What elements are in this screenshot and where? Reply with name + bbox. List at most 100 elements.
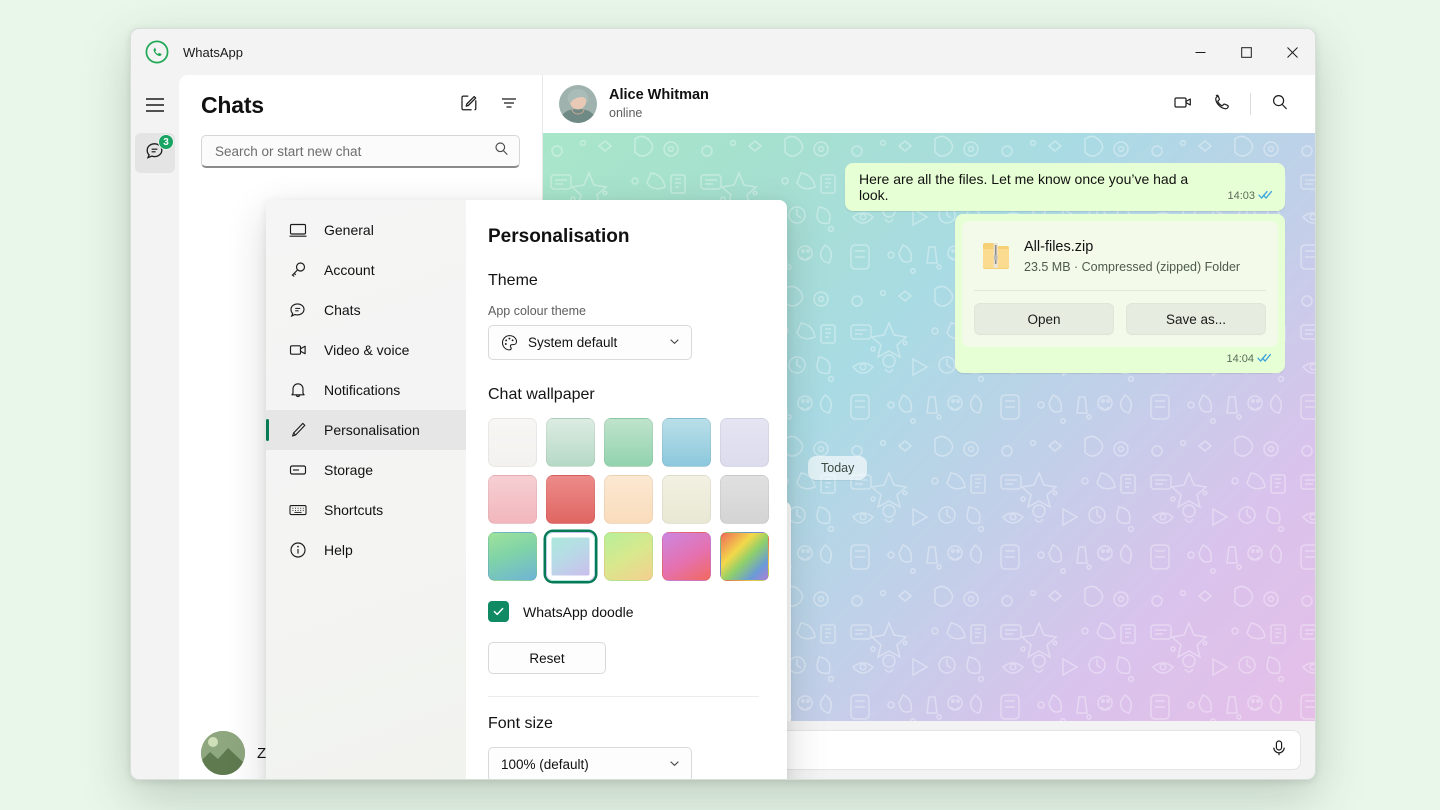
info-icon — [288, 541, 308, 559]
wallpaper-swatch-rainbow[interactable] — [720, 532, 769, 581]
contact-name: Alice Whitman — [609, 86, 709, 106]
sidebar-item-storage[interactable]: Storage — [266, 450, 466, 490]
panel-title: Personalisation — [488, 226, 759, 248]
file-meta: 23.5 MB · Compressed (zipped) Folder — [1024, 259, 1240, 277]
page-title: Chats — [201, 92, 264, 119]
compose-icon — [460, 94, 478, 117]
open-file-button[interactable]: Open — [974, 303, 1114, 335]
sidebar-item-label: Shortcuts — [324, 502, 383, 518]
conversation-actions — [1166, 87, 1297, 121]
sidebar-item-label: Chats — [324, 302, 361, 318]
chevron-down-icon — [668, 757, 681, 773]
avatar — [201, 731, 245, 775]
key-icon — [288, 261, 308, 279]
wallpaper-swatch-green[interactable] — [604, 418, 653, 467]
search-input[interactable] — [215, 144, 494, 159]
message-meta: 14:04 — [1226, 352, 1272, 366]
wallpaper-swatch-peach[interactable] — [604, 475, 653, 524]
close-button[interactable] — [1269, 29, 1315, 75]
conversation-header: Alice Whitman online — [543, 75, 1315, 133]
file-actions: Open Save as... — [972, 291, 1268, 337]
search-box[interactable] — [201, 135, 520, 168]
message-time: 14:03 — [1227, 190, 1255, 202]
sidebar-item-account[interactable]: Account — [266, 250, 466, 290]
wallpaper-swatch-grey[interactable] — [720, 475, 769, 524]
sidebar-item-label: Help — [324, 542, 353, 558]
font-size-dropdown[interactable]: 100% (default) — [488, 747, 692, 780]
titlebar: WhatsApp — [131, 29, 1315, 75]
whatsapp-doodle-checkbox[interactable] — [488, 601, 509, 622]
theme-field-label: App colour theme — [488, 304, 759, 318]
title-brand: WhatsApp — [131, 40, 243, 64]
video-call-icon — [1173, 92, 1193, 117]
filter-icon — [500, 94, 518, 117]
sidebar-item-shortcuts[interactable]: Shortcuts — [266, 490, 466, 530]
divider — [1250, 93, 1251, 115]
sidebar-item-notifications[interactable]: Notifications — [266, 370, 466, 410]
avatar[interactable] — [559, 85, 597, 123]
chevron-down-icon — [668, 335, 681, 351]
bell-icon — [288, 381, 308, 399]
sidebar-item-video-voice[interactable]: Video & voice — [266, 330, 466, 370]
voice-call-button[interactable] — [1204, 87, 1238, 121]
chats-unread-badge: 3 — [158, 134, 174, 150]
filter-chats-button[interactable] — [492, 88, 526, 122]
brush-icon — [288, 421, 308, 439]
video-call-button[interactable] — [1166, 87, 1200, 121]
app-colour-theme-value: System default — [528, 335, 617, 350]
wallpaper-swatch-mint-light[interactable] — [546, 418, 595, 467]
sidebar-item-chats[interactable]: Chats — [266, 290, 466, 330]
wallpaper-swatch-magenta-red[interactable] — [662, 532, 711, 581]
wallpaper-swatch-white[interactable] — [488, 418, 537, 467]
reset-wallpaper-button[interactable]: Reset — [488, 642, 606, 674]
video-camera-icon — [288, 342, 308, 358]
sidebar-item-general[interactable]: General — [266, 210, 466, 250]
wallpaper-swatch-pink[interactable] — [488, 475, 537, 524]
wallpaper-swatch-blue[interactable] — [662, 418, 711, 467]
wallpaper-swatch-lavender[interactable] — [720, 418, 769, 467]
wallpaper-swatch-grid — [488, 418, 759, 581]
file-attachment-card[interactable]: All-files.zip 23.5 MB · Compressed (zipp… — [962, 221, 1278, 347]
wallpaper-swatch-green-blue[interactable] — [488, 532, 537, 581]
minimize-button[interactable] — [1177, 29, 1223, 75]
file-name: All-files.zip — [1024, 237, 1240, 259]
font-size-value: 100% (default) — [501, 757, 589, 772]
palette-icon — [501, 334, 518, 351]
file-info: All-files.zip 23.5 MB · Compressed (zipp… — [972, 231, 1268, 290]
new-chat-button[interactable] — [452, 88, 486, 122]
wallpaper-swatch-red[interactable] — [546, 475, 595, 524]
maximize-button[interactable] — [1223, 29, 1269, 75]
zip-folder-icon — [982, 240, 1010, 273]
sidebar-item-label: Account — [324, 262, 375, 278]
wallpaper-swatch-cream[interactable] — [662, 475, 711, 524]
voice-call-icon — [1211, 92, 1231, 117]
message-bubble[interactable]: Here are all the files. Let me know once… — [845, 163, 1285, 211]
theme-section-title: Theme — [488, 272, 759, 290]
search-icon — [1271, 93, 1289, 116]
settings-content: Personalisation Theme App colour theme S… — [466, 200, 787, 780]
sidebar-item-help[interactable]: Help — [266, 530, 466, 570]
microphone-icon[interactable] — [1270, 739, 1288, 762]
message-time: 14:04 — [1226, 353, 1254, 365]
file-text: All-files.zip 23.5 MB · Compressed (zipp… — [1024, 237, 1240, 276]
day-divider: Today — [808, 456, 867, 480]
save-as-button[interactable]: Save as... — [1126, 303, 1266, 335]
conversation-identity: Alice Whitman online — [609, 86, 709, 122]
app-colour-theme-dropdown[interactable]: System default — [488, 325, 692, 360]
sidebar-item-label: Storage — [324, 462, 373, 478]
read-receipt-icon — [1258, 189, 1273, 203]
search-in-chat-button[interactable] — [1263, 87, 1297, 121]
sidebar-item-personalisation[interactable]: Personalisation — [266, 410, 466, 450]
hamburger-menu-button[interactable] — [135, 87, 175, 127]
settings-sidebar: General Account Chats Video & voice — [266, 200, 466, 780]
message-text: Here are all the files. Let me know once… — [859, 171, 1218, 203]
sidebar-item-label: Video & voice — [324, 342, 409, 358]
wallpaper-swatch-aqua-violet[interactable] — [546, 532, 595, 581]
rail-item-chats[interactable]: 3 — [135, 133, 175, 173]
wallpaper-swatch-lime-peach[interactable] — [604, 532, 653, 581]
message-bubble[interactable]: All-files.zip 23.5 MB · Compressed (zipp… — [955, 214, 1285, 373]
keyboard-icon — [288, 503, 308, 517]
search-icon — [494, 141, 509, 161]
whatsapp-doodle-row[interactable]: WhatsApp doodle — [488, 601, 759, 622]
whatsapp-logo-icon — [145, 40, 169, 64]
